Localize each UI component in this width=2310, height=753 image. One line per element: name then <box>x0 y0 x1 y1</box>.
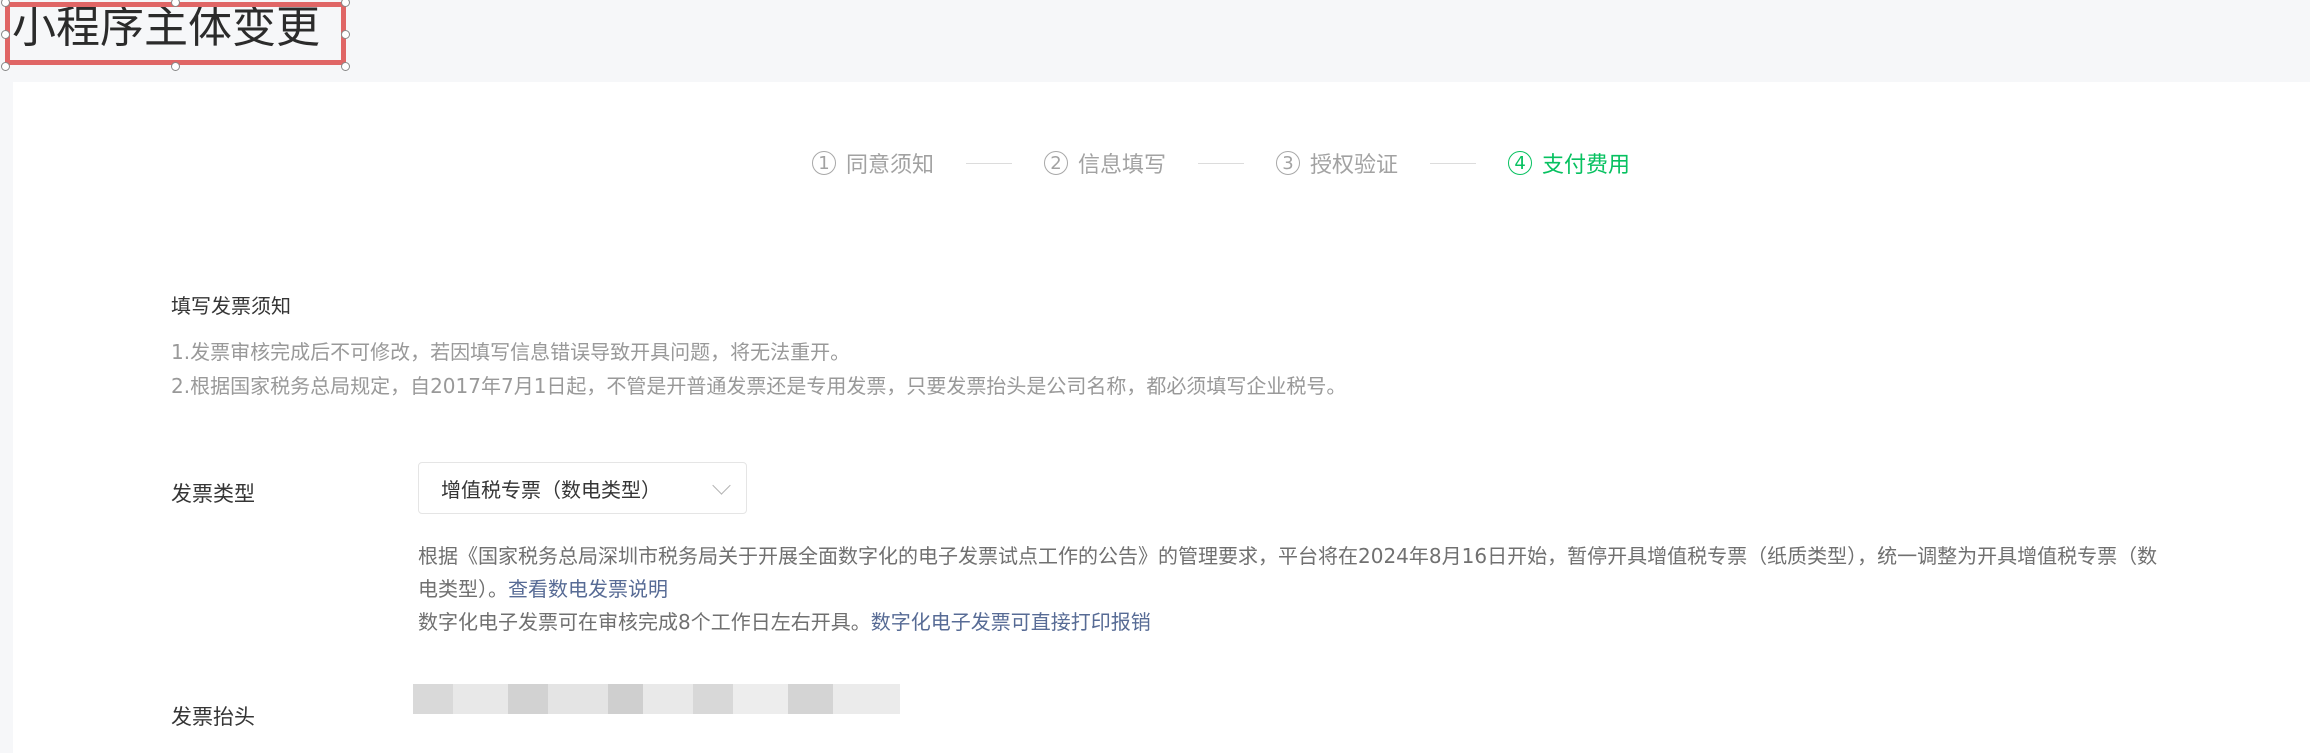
desc-text: 数字化电子发票可在审核完成8个工作日左右开具。 <box>418 610 871 634</box>
page-header: 小程序主体变更 <box>0 0 2310 82</box>
left-strip <box>0 82 13 753</box>
step-number: 2 <box>1044 151 1069 175</box>
step-label: 支付费用 <box>1542 153 1631 178</box>
resize-handle-bottom-left[interactable] <box>1 62 10 71</box>
resize-handle-bottom[interactable] <box>171 62 180 71</box>
resize-handle-bottom-right[interactable] <box>341 62 350 71</box>
step-number: 3 <box>1276 151 1301 175</box>
step-label: 信息填写 <box>1078 153 1167 178</box>
step-label: 同意须知 <box>846 153 935 178</box>
step-label: 授权验证 <box>1310 153 1399 178</box>
step-connector <box>1198 162 1245 164</box>
desc-text: 电类型）。 <box>418 577 508 601</box>
title-selection-box[interactable] <box>5 2 346 65</box>
invoice-type-value: 增值税专票（数电类型） <box>441 477 661 502</box>
resize-handle-right[interactable] <box>341 30 350 39</box>
content-panel <box>13 82 2310 753</box>
step-agree: 1 同意须知 <box>812 147 934 179</box>
step-connector <box>1430 162 1477 164</box>
step-payment: 4 支付费用 <box>1508 147 1630 179</box>
notice-line-1: 1.发票审核完成后不可修改，若因填写信息错误导致开具问题，将无法重开。 <box>171 340 851 364</box>
step-auth: 3 授权验证 <box>1276 147 1398 179</box>
step-info: 2 信息填写 <box>1044 147 1166 179</box>
invoice-type-desc-line1: 根据《国家税务总局深圳市税务局关于开展全面数字化的电子发票试点工作的公告》的管理… <box>418 544 2158 568</box>
resize-handle-top-right[interactable] <box>341 0 350 7</box>
chevron-down-icon <box>712 476 731 495</box>
step-number: 4 <box>1508 151 1533 175</box>
notice-title: 填写发票须知 <box>171 294 291 318</box>
invoice-header-value-blurred <box>413 684 900 714</box>
step-connector <box>966 162 1013 164</box>
step-number: 1 <box>812 151 836 175</box>
invoice-type-desc-line3: 数字化电子发票可在审核完成8个工作日左右开具。数字化电子发票可直接打印报销 <box>418 606 1151 635</box>
invoice-type-select[interactable]: 增值税专票（数电类型） <box>418 462 747 514</box>
digital-invoice-print-link[interactable]: 数字化电子发票可直接打印报销 <box>871 610 1151 634</box>
invoice-type-desc-line2: 电类型）。查看数电发票说明 <box>418 573 668 602</box>
invoice-header-label: 发票抬头 <box>171 705 255 729</box>
invoice-type-label: 发票类型 <box>171 482 255 506</box>
digital-invoice-info-link[interactable]: 查看数电发票说明 <box>508 577 668 601</box>
notice-line-2: 2.根据国家税务总局规定，自2017年7月1日起，不管是开普通发票还是专用发票，… <box>171 374 1347 398</box>
resize-handle-left[interactable] <box>1 30 10 39</box>
step-indicator: 1 同意须知 2 信息填写 3 授权验证 4 支付费用 <box>812 145 1630 181</box>
